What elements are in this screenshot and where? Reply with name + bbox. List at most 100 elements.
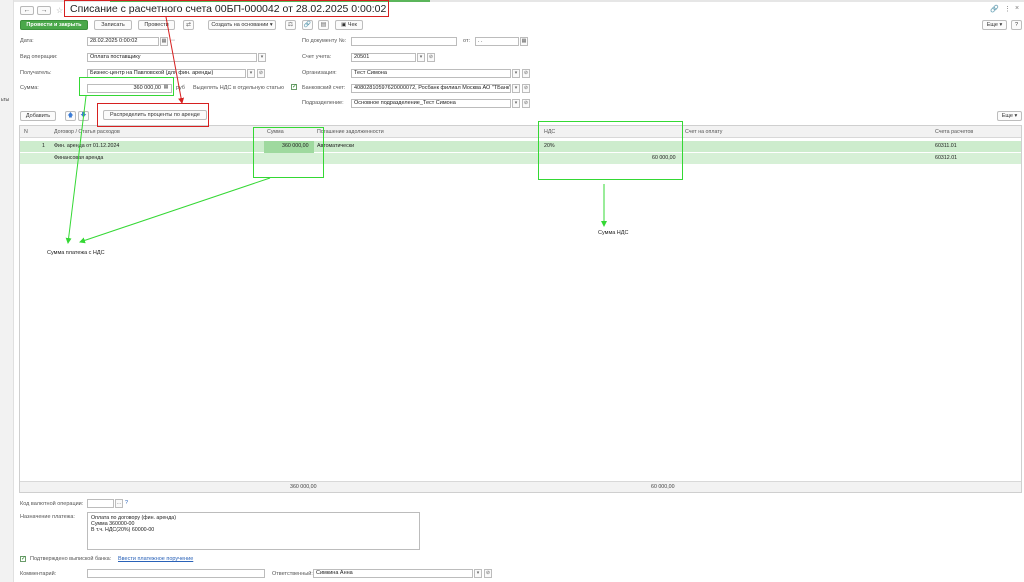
account-field[interactable]: 20501 [351, 53, 416, 62]
chevron-down-icon[interactable]: ▾ [512, 69, 520, 78]
arrow-left-icon: ← [23, 7, 31, 14]
help-icon[interactable]: ? [125, 500, 128, 506]
table-header: N Договор / Статья расходов Сумма Погаше… [20, 126, 1021, 138]
row-expense-item[interactable]: Финансовая аренда [54, 155, 103, 161]
open-link-icon[interactable]: ⊘ [522, 84, 530, 93]
more-button[interactable]: Еще ▾ [982, 20, 1007, 30]
post-and-close-button[interactable]: Провести и закрыть [20, 20, 88, 30]
distribute-button-highlight-box [97, 103, 209, 127]
doc-no-label: По документу №: [302, 38, 347, 44]
calendar-icon[interactable]: ▦ [160, 37, 168, 46]
division-label: Подразделение: [302, 100, 344, 106]
add-row-button[interactable]: Добавить [20, 111, 56, 121]
purpose-label: Назначение платежа: [20, 514, 75, 520]
col-header-settlement-accounts[interactable]: Счета расчетов [935, 129, 973, 135]
chevron-down-icon[interactable]: ▾ [512, 99, 520, 108]
from-label: от: [463, 38, 470, 44]
table-more-button[interactable]: Еще ▾ [997, 111, 1022, 121]
close-icon[interactable]: × [1015, 5, 1019, 12]
col-header-invoice[interactable]: Счет на оплату [685, 129, 722, 135]
bank-confirmed-checkbox[interactable]: ✓ [20, 556, 26, 562]
sum-field-highlight-box [79, 77, 174, 96]
date-label: Дата: [20, 38, 34, 44]
bank-account-field[interactable]: 40802810597620000072, Росбанк филиал Мос… [351, 84, 511, 93]
annotation-payment-with-vat: Сумма платежа с НДС [47, 250, 105, 256]
chevron-down-icon[interactable]: ▾ [512, 84, 520, 93]
currency-op-field[interactable] [87, 499, 114, 508]
payment-table: N Договор / Статья расходов Сумма Погаше… [19, 125, 1022, 493]
row-account[interactable]: 60311.01 [935, 143, 957, 149]
currency-label: руб [176, 85, 185, 91]
col-header-repayment[interactable]: Погашение задолженности [317, 129, 384, 135]
open-link-icon[interactable]: ⊘ [484, 569, 492, 578]
open-link-icon[interactable]: ⊘ [257, 69, 265, 78]
col-header-n[interactable]: N [24, 129, 28, 135]
op-type-label: Вид операции: [20, 54, 58, 60]
print-icon[interactable]: ▤ [318, 20, 329, 30]
open-link-icon[interactable]: ⊘ [522, 99, 530, 108]
bank-account-label: Банковский счет: [302, 85, 346, 91]
check-button[interactable]: ▣ Чек [335, 20, 363, 30]
back-button[interactable]: ← [20, 6, 34, 15]
division-field[interactable]: Основное подразделение_Тест Симона [351, 99, 511, 108]
dt-kt-icon[interactable]: ⇄ [183, 20, 194, 30]
table-row[interactable]: Финансовая аренда 60 000,00 60312.01 [20, 153, 1021, 164]
currency-op-label: Код валютной операции: [20, 501, 84, 507]
title-highlight-box [64, 0, 389, 17]
org-label: Организация: [302, 70, 337, 76]
vat-column-highlight-box [538, 121, 683, 180]
arrow-right-icon: → [40, 7, 48, 14]
help-button[interactable]: ? [1011, 20, 1022, 30]
purpose-textarea[interactable]: Оплата по договору (фин. аренда) Сумма 3… [87, 512, 420, 550]
left-panel-fragment: ьты [1, 97, 10, 103]
open-link-icon[interactable]: ⊘ [522, 69, 530, 78]
chevron-down-icon[interactable]: ▾ [247, 69, 255, 78]
row-account[interactable]: 60312.01 [935, 155, 957, 161]
sum-column-highlight-box [253, 127, 324, 178]
recipient-label: Получатель: [20, 70, 52, 76]
annotation-vat-sum: Сумма НДС [598, 230, 629, 236]
date-extra-icon: ▫▫ [171, 38, 175, 44]
chevron-down-icon[interactable]: ▾ [417, 53, 425, 62]
ellipsis-icon[interactable]: … [115, 499, 123, 508]
responsible-label: Ответственный: [272, 571, 313, 577]
move-down-icon[interactable]: 🡇 [78, 111, 89, 121]
save-button[interactable]: Записать [94, 20, 132, 30]
op-type-field[interactable]: Оплата поставщику [87, 53, 257, 62]
comment-field[interactable] [87, 569, 265, 578]
responsible-field[interactable]: Симкина Анна [313, 569, 473, 578]
purpose-line: В т.ч. НДС(20%) 60000-00 [91, 527, 155, 534]
enter-payment-order-link[interactable]: Ввести платежное поручение [118, 556, 193, 562]
create-based-button[interactable]: Создать на основании ▾ [208, 20, 276, 30]
open-link-icon[interactable]: ⊘ [427, 53, 435, 62]
chevron-down-icon[interactable]: ▾ [258, 53, 266, 62]
move-up-icon[interactable]: 🡅 [65, 111, 76, 121]
table-row[interactable]: 1 Фин. аренда от 01.12.2024 360 000,00 А… [20, 141, 1021, 163]
vat-separate-checkbox[interactable]: ✓ [291, 84, 297, 90]
forward-button[interactable]: → [37, 6, 51, 15]
row-sum[interactable]: 360 000,00 [282, 143, 309, 149]
account-label: Счет учета: [302, 54, 332, 60]
post-button[interactable]: Провести [138, 20, 175, 30]
left-panel-strip: ьты [0, 0, 14, 582]
from-date-field[interactable]: . . [475, 37, 519, 46]
link-icon[interactable]: 🔗 [990, 5, 999, 13]
doc-no-field[interactable] [351, 37, 457, 46]
footer-sum-total: 360 000,00 [290, 484, 317, 490]
bank-confirmed-label: Подтверждено выпиской банка: [30, 556, 112, 562]
sum-label: Сумма: [20, 85, 39, 91]
attach-icon[interactable]: 🔗 [302, 20, 313, 30]
chevron-down-icon[interactable]: ▾ [474, 569, 482, 578]
row-number: 1 [42, 143, 45, 149]
col-header-contract[interactable]: Договор / Статья расходов [54, 129, 120, 135]
vat-separate-label: Выделять НДС в отдельную статью [193, 85, 284, 91]
more-vertical-icon[interactable]: ⋮ [1004, 5, 1011, 13]
row-contract[interactable]: Фин. аренда от 01.12.2024 [54, 143, 119, 149]
date-field[interactable]: 28.02.2025 0:00:02 [87, 37, 159, 46]
calendar-icon[interactable]: ▦ [520, 37, 528, 46]
comment-label: Комментарий: [20, 571, 57, 577]
star-icon[interactable]: ☆ [56, 6, 63, 15]
org-field[interactable]: Тест Симона [351, 69, 511, 78]
structure-icon[interactable]: ⚖ [285, 20, 296, 30]
table-footer: 360 000,00 60 000,00 [20, 481, 1021, 492]
